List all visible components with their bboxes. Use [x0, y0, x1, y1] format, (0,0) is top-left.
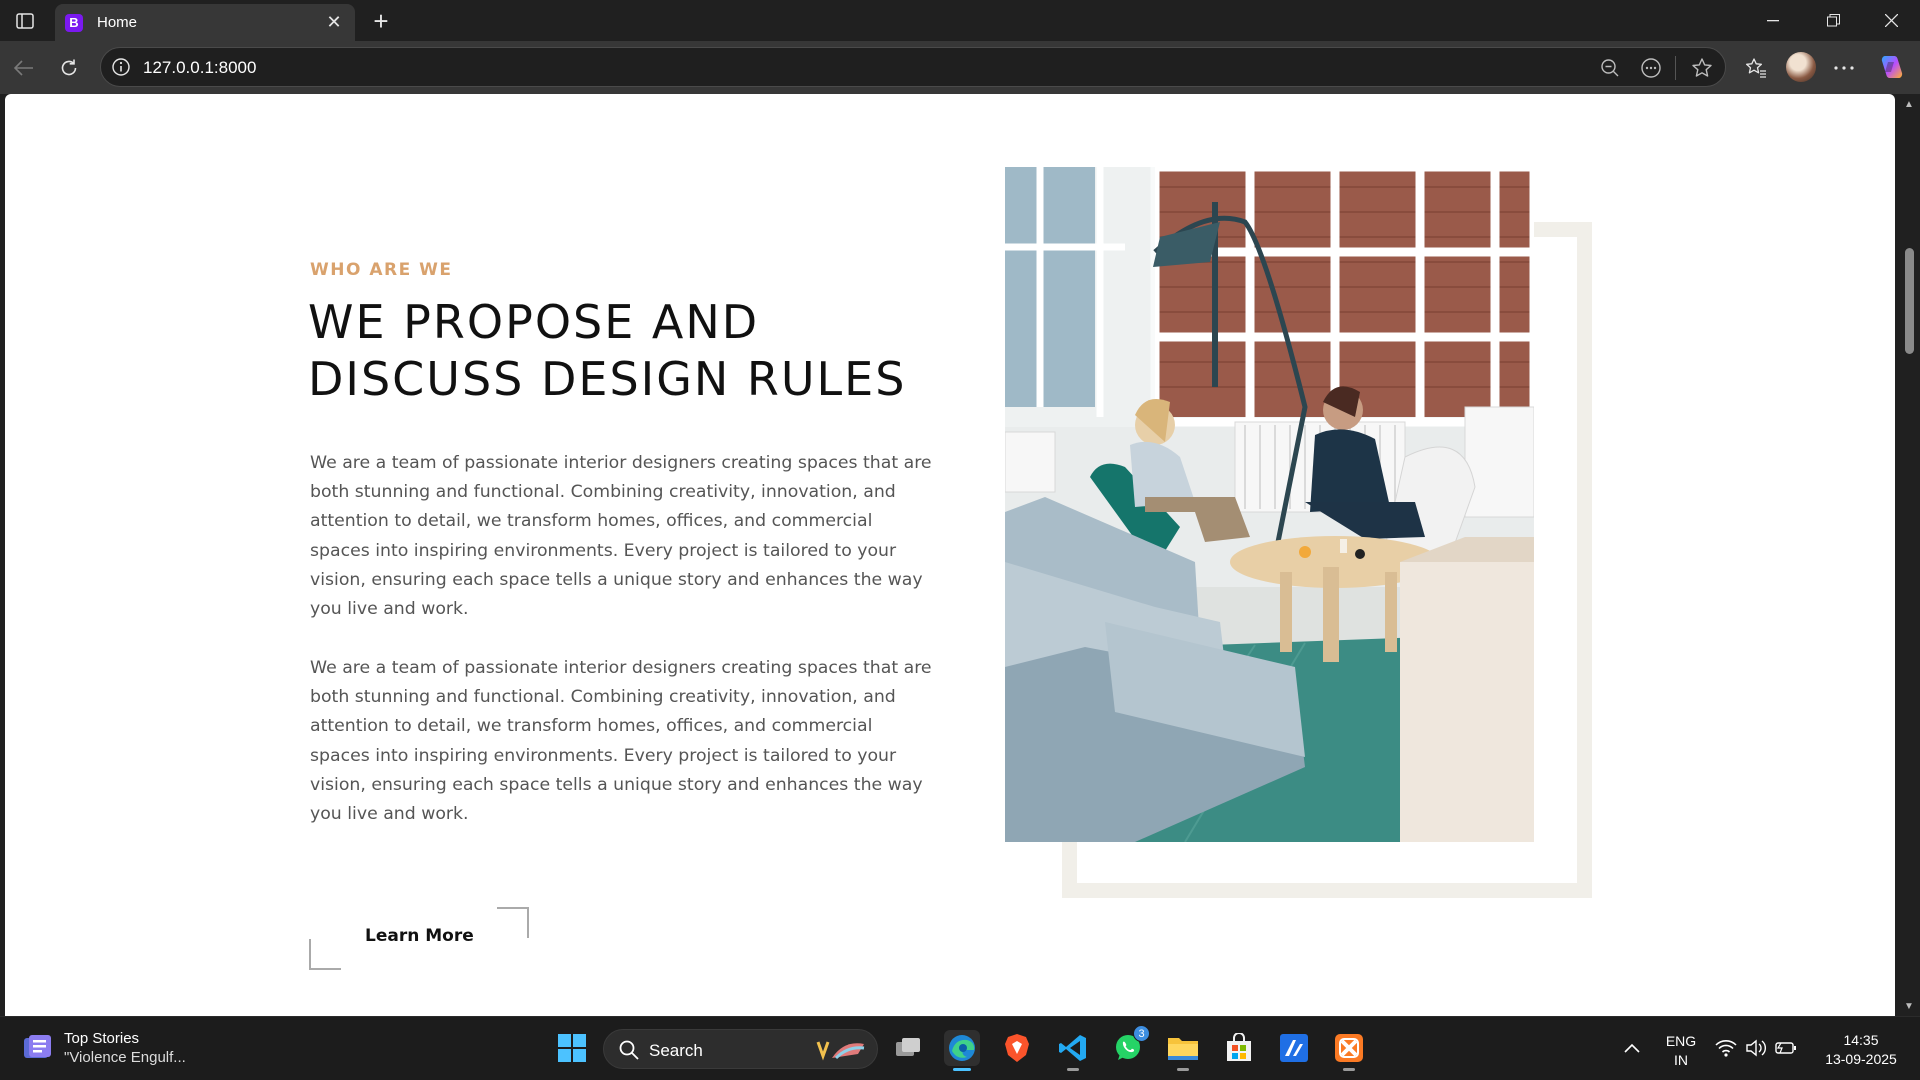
learn-more-label[interactable]: Learn More — [365, 926, 474, 946]
clock-date: 13-09-2025 — [1825, 1051, 1897, 1067]
task-view-icon[interactable] — [890, 1030, 926, 1066]
explorer-running-indicator — [1177, 1068, 1189, 1071]
button-corner-bottom-left — [309, 939, 341, 970]
xampp-icon[interactable] — [1331, 1030, 1367, 1071]
search-highlight-icon — [814, 1036, 870, 1069]
clock[interactable]: 14:35 13-09-2025 — [1812, 1031, 1910, 1069]
learn-more-button[interactable]: Learn More — [309, 907, 529, 970]
site-info-icon[interactable] — [111, 57, 131, 77]
microsoft-store-icon[interactable] — [1221, 1030, 1257, 1066]
news-widget-icon — [20, 1031, 54, 1065]
section-eyebrow: WHO ARE WE — [310, 260, 453, 280]
browser-title-bar: B Home ✕ + — [0, 0, 1920, 41]
whatsapp-icon[interactable]: 3 — [1110, 1025, 1150, 1066]
azure-data-studio-icon[interactable] — [1276, 1030, 1312, 1066]
news-title: Top Stories — [64, 1030, 140, 1047]
copilot-icon[interactable] — [1877, 53, 1905, 81]
section-headline: WE PROPOSE AND DISCUSS DESIGN RULES — [308, 294, 958, 408]
page-viewport: WHO ARE WE WE PROPOSE AND DISCUSS DESIGN… — [5, 94, 1895, 1016]
close-window-button[interactable] — [1862, 0, 1920, 41]
whatsapp-unread-badge: 3 — [1133, 1025, 1150, 1042]
new-tab-button[interactable]: + — [365, 6, 397, 36]
page-scrollbar[interactable]: ▲ ▼ — [1898, 94, 1920, 1016]
clock-time: 14:35 — [1843, 1032, 1879, 1048]
favorites-icon[interactable] — [1741, 53, 1771, 83]
vscode-icon[interactable] — [1055, 1030, 1091, 1071]
battery-icon[interactable] — [1768, 1030, 1804, 1066]
vscode-running-indicator — [1067, 1068, 1079, 1071]
about-paragraph-2: We are a team of passionate interior des… — [310, 658, 932, 825]
start-windows-icon[interactable] — [554, 1030, 590, 1066]
browser-toolbar: 127.0.0.1:8000 — [0, 41, 1920, 94]
headline-line-1: WE PROPOSE AND — [308, 295, 760, 349]
taskbar-search-box[interactable]: Search — [603, 1029, 878, 1069]
restore-button[interactable] — [1804, 0, 1862, 41]
office-meeting-photo — [1005, 167, 1534, 842]
xampp-running-indicator — [1343, 1068, 1355, 1071]
edge-active-indicator — [953, 1068, 971, 1071]
show-hidden-icons-chevron-icon[interactable] — [1614, 1030, 1650, 1066]
url-text[interactable]: 127.0.0.1:8000 — [143, 58, 256, 78]
file-explorer-icon[interactable] — [1165, 1030, 1201, 1071]
sidebar-toggle-icon[interactable] — [10, 8, 40, 34]
news-widget[interactable]: Top Stories "Violence Engulf... — [20, 1029, 186, 1067]
tab-title: Home — [97, 14, 138, 31]
reading-options-icon[interactable] — [1639, 56, 1663, 80]
windows-taskbar: Top Stories "Violence Engulf... Search 3 — [0, 1016, 1920, 1080]
scroll-down-arrow-icon[interactable]: ▼ — [1903, 1000, 1915, 1012]
brave-browser-icon[interactable] — [999, 1030, 1035, 1066]
region-code: IN — [1674, 1052, 1688, 1068]
back-arrow-icon[interactable] — [9, 53, 39, 83]
tab-favicon-icon: B — [65, 13, 83, 32]
search-icon — [618, 1039, 640, 1066]
address-bar-divider — [1675, 56, 1676, 80]
profile-avatar[interactable] — [1786, 52, 1816, 82]
favorite-star-icon[interactable] — [1690, 56, 1714, 80]
tab-close-icon[interactable]: ✕ — [323, 12, 345, 33]
zoom-out-icon[interactable] — [1598, 56, 1622, 80]
news-subtitle: "Violence Engulf... — [64, 1049, 186, 1066]
scroll-up-arrow-icon[interactable]: ▲ — [1903, 98, 1915, 110]
input-language-indicator[interactable]: ENG IN — [1662, 1032, 1700, 1070]
search-label: Search — [649, 1041, 703, 1060]
address-bar[interactable]: 127.0.0.1:8000 — [100, 47, 1726, 87]
refresh-icon[interactable] — [54, 53, 84, 83]
browser-tab-home[interactable]: B Home ✕ — [55, 4, 355, 41]
headline-line-2: DISCUSS DESIGN RULES — [308, 352, 907, 406]
more-menu-icon[interactable] — [1829, 53, 1859, 83]
edge-browser-icon[interactable] — [944, 1030, 980, 1071]
scrollbar-thumb[interactable] — [1905, 248, 1914, 354]
button-corner-top-right — [497, 907, 529, 938]
language-code: ENG — [1665, 1033, 1697, 1049]
minimize-button[interactable] — [1744, 0, 1802, 41]
about-paragraph-1: We are a team of passionate interior des… — [310, 453, 932, 620]
